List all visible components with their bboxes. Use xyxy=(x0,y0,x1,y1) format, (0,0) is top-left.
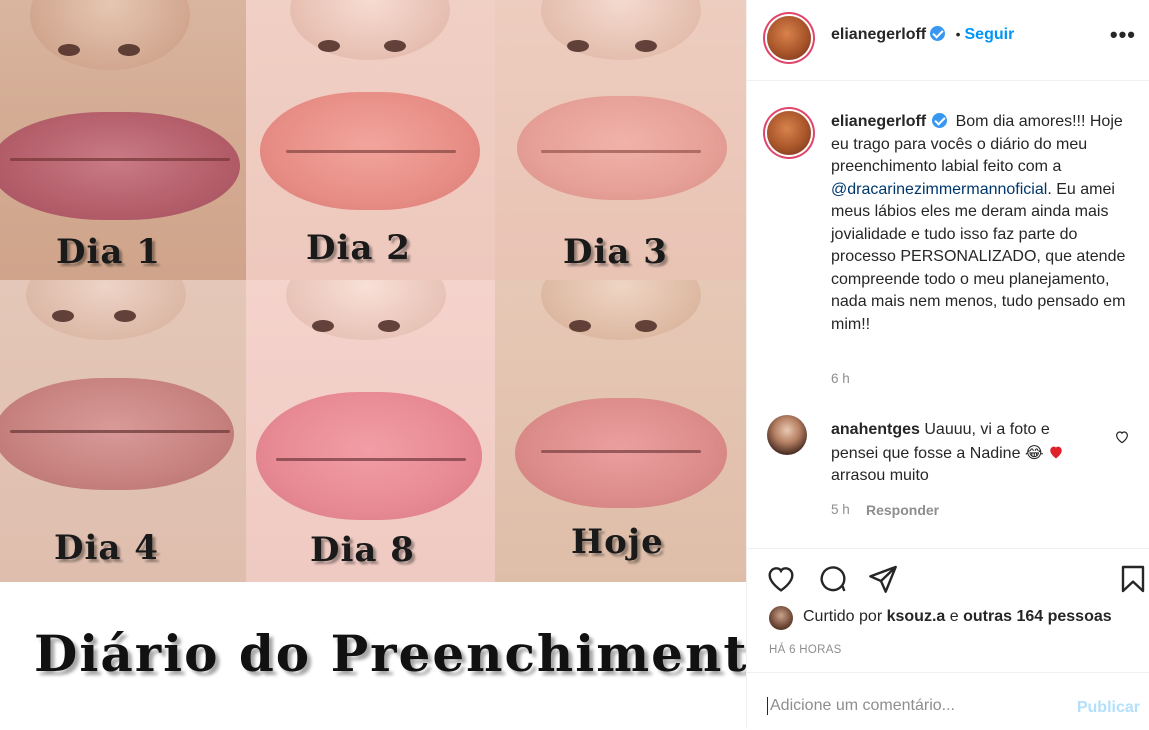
heart-icon[interactable] xyxy=(765,563,797,595)
comment-icon[interactable] xyxy=(817,563,849,595)
commenter-avatar[interactable] xyxy=(767,415,807,455)
tile-label: Hoje xyxy=(571,522,664,562)
caption-time[interactable]: 6 h xyxy=(831,371,850,386)
post-timestamp[interactable]: HÁ 6 HORAS xyxy=(769,644,842,656)
likes-summary[interactable]: Curtido por ksouz.a e outras 164 pessoas xyxy=(803,608,1112,626)
comments-list[interactable]: elianegerloff Bom dia amores!!! Hoje eu … xyxy=(747,81,1149,547)
bookmark-icon[interactable] xyxy=(1117,563,1149,595)
photo-tile-day3: Dia 3 xyxy=(495,0,746,280)
author-avatar[interactable] xyxy=(767,16,811,60)
tile-label: Dia 1 xyxy=(56,232,161,272)
likes-prefix: Curtido por xyxy=(803,608,883,625)
post-image[interactable]: Dia 1 Dia 2 Dia 3 Dia 4 Dia 8 Hoje Diári… xyxy=(0,0,746,729)
photo-tile-today: Hoje xyxy=(495,280,746,582)
likes-user[interactable]: ksouz.a xyxy=(887,608,946,625)
tile-label: Dia 4 xyxy=(54,528,159,568)
photo-tile-day4: Dia 4 xyxy=(0,280,246,582)
comment-text-after: arrasou muito xyxy=(831,467,929,484)
publish-button[interactable]: Publicar xyxy=(1077,699,1140,717)
caption-username[interactable]: elianegerloff xyxy=(831,113,926,130)
comment-body: anahentges Uauuu, vi a foto e pensei que… xyxy=(831,419,1101,488)
likes-others[interactable]: outras 164 pessoas xyxy=(963,608,1112,625)
photo-tile-day1: Dia 1 xyxy=(0,0,246,280)
post-header: elianegerloff • Seguir ••• xyxy=(747,0,1149,81)
follow-button[interactable]: Seguir xyxy=(965,26,1015,43)
likes-connector: e xyxy=(949,608,959,625)
share-icon[interactable] xyxy=(867,563,899,595)
small-heart-icon[interactable] xyxy=(1114,429,1130,445)
reply-button[interactable]: Responder xyxy=(866,502,939,518)
author-row: elianegerloff • Seguir xyxy=(831,26,1014,44)
caption-body: elianegerloff Bom dia amores!!! Hoje eu … xyxy=(831,111,1131,336)
verified-icon xyxy=(930,26,946,41)
post-side-panel: elianegerloff • Seguir ••• elianegerloff … xyxy=(746,0,1149,729)
tile-label: Dia 3 xyxy=(563,232,668,272)
liker-avatar[interactable] xyxy=(769,606,793,630)
image-caption-text: Diário do Preenchimento! xyxy=(34,624,746,683)
comment-input[interactable] xyxy=(767,697,1060,715)
caption-avatar[interactable] xyxy=(767,111,811,155)
commenter-username[interactable]: anahentges xyxy=(831,421,920,438)
heart-emoji-icon xyxy=(1048,444,1064,458)
comment-emoji: 😂 xyxy=(1024,442,1044,462)
more-icon[interactable]: ••• xyxy=(1110,22,1136,48)
caption-mention[interactable]: @dracarinezimmermannoficial xyxy=(831,181,1047,198)
photo-tile-day2: Dia 2 xyxy=(246,0,495,280)
header-separator: • xyxy=(955,26,961,42)
tile-label: Dia 2 xyxy=(306,228,411,268)
comment-time[interactable]: 5 h xyxy=(831,502,850,517)
caption-text-2: . Eu amei meus lábios eles me deram aind… xyxy=(831,180,1126,333)
tile-label: Dia 8 xyxy=(310,530,415,570)
author-username[interactable]: elianegerloff xyxy=(831,26,926,43)
photo-tile-day8: Dia 8 xyxy=(246,280,495,582)
verified-icon xyxy=(932,113,948,128)
